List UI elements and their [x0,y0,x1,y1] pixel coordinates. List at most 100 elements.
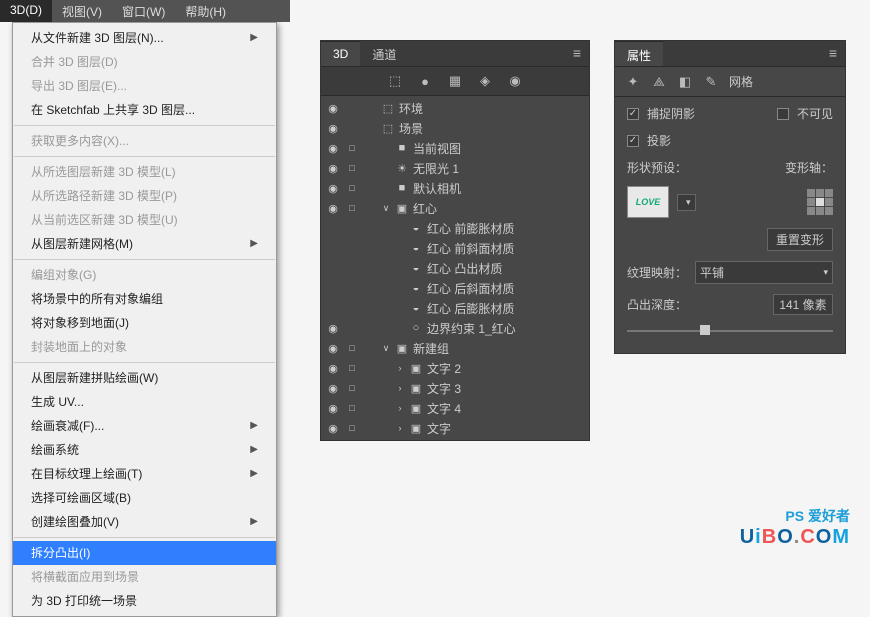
menu-item[interactable]: 生成 UV... [13,390,276,414]
panel-menu-icon[interactable]: ≡ [821,41,845,66]
texture-map-select[interactable]: 平铺 ▾ [695,261,833,284]
reset-deform-button[interactable]: 重置变形 [767,228,833,251]
select-toggle-icon[interactable]: □ [345,423,359,433]
extrude-depth-value[interactable]: 141 像素 [773,294,833,315]
visibility-toggle-icon[interactable]: ◉ [325,102,341,115]
chevron-icon[interactable]: › [395,383,405,393]
menu-item[interactable]: 在目标纹理上绘画(T)▶ [13,462,276,486]
menu-item[interactable]: 选择可绘画区域(B) [13,486,276,510]
layer-row[interactable]: ◉□›▣文字 [321,418,589,438]
layer-label: 红心 凸出材质 [427,260,585,277]
visibility-toggle-icon[interactable]: ◉ [325,322,341,335]
invisible-checkbox[interactable] [777,108,789,120]
layer-type-icon: ▣ [395,342,409,355]
layer-label: 文字 3 [427,380,585,397]
menu-item[interactable]: 从文件新建 3D 图层(N)...▶ [13,26,276,50]
select-toggle-icon[interactable]: □ [345,203,359,213]
layer-row[interactable]: ◉○边界约束 1_红心 [321,318,589,338]
layer-row[interactable]: ◉□☀无限光 1 [321,158,589,178]
filter-icon[interactable]: ⬚ [387,73,403,89]
visibility-toggle-icon[interactable]: ◉ [325,402,341,415]
cast-shadow-label: 投影 [647,132,671,149]
visibility-toggle-icon[interactable]: ◉ [325,342,341,355]
chevron-icon[interactable]: ∨ [381,343,391,354]
chevron-icon[interactable]: › [395,363,405,373]
coords-icon[interactable]: ✎ [703,74,719,90]
cap-icon[interactable]: ◧ [677,74,693,90]
select-toggle-icon[interactable]: □ [345,143,359,153]
menubar-item[interactable]: 视图(V) [52,0,112,22]
chevron-icon[interactable]: › [395,423,405,433]
menubar-item[interactable]: 窗口(W) [112,0,175,22]
menu-item[interactable]: 从图层新建拼贴绘画(W) [13,366,276,390]
menu-item[interactable]: 拆分凸出(I) [13,541,276,565]
panel-tab[interactable]: 3D [321,41,360,66]
panel-menu-icon[interactable]: ≡ [565,41,589,66]
layer-row[interactable]: ◉□■默认相机 [321,178,589,198]
deform-icon[interactable]: ⟁ [651,74,667,90]
menu-item[interactable]: 创建绘图叠加(V)▶ [13,510,276,534]
layer-label: 默认相机 [413,180,585,197]
layer-row[interactable]: ◉□∨▣红心 [321,198,589,218]
menu-item[interactable]: 绘画衰减(F)...▶ [13,414,276,438]
visibility-toggle-icon[interactable]: ◉ [325,182,341,195]
layer-row[interactable]: ◒红心 后膨胀材质 [321,298,589,318]
select-toggle-icon[interactable]: □ [345,183,359,193]
layer-row[interactable]: ◒红心 前膨胀材质 [321,218,589,238]
extrude-depth-slider[interactable] [627,325,833,337]
layer-label: 当前视图 [413,140,585,157]
menu-item[interactable]: 绘画系统▶ [13,438,276,462]
layer-row[interactable]: ◉□›▣文字 4 [321,398,589,418]
deform-axis-grid[interactable] [807,189,833,215]
menu-item[interactable]: 将对象移到地面(J) [13,311,276,335]
shape-preset-dropdown[interactable]: ▾ [677,194,696,211]
layer-row[interactable]: ◉□■当前视图 [321,138,589,158]
menu-item: 合并 3D 图层(D) [13,50,276,74]
visibility-toggle-icon[interactable]: ◉ [325,162,341,175]
layer-row[interactable]: ◒红心 后斜面材质 [321,278,589,298]
sphere-icon[interactable]: ● [417,73,433,89]
select-toggle-icon[interactable]: □ [345,383,359,393]
select-toggle-icon[interactable]: □ [345,363,359,373]
layer-row[interactable]: ◉⬚环境 [321,98,589,118]
chevron-icon[interactable]: ∨ [381,203,391,214]
visibility-toggle-icon[interactable]: ◉ [325,122,341,135]
layer-type-icon: ⬚ [381,102,395,115]
layer-row[interactable]: ◉□∨▣新建组 [321,338,589,358]
layer-row[interactable]: ◒红心 前斜面材质 [321,238,589,258]
select-toggle-icon[interactable]: □ [345,163,359,173]
tab-properties[interactable]: 属性 [615,41,663,66]
menu-item: 封装地面上的对象 [13,335,276,359]
capture-shadow-checkbox[interactable] [627,108,639,120]
select-toggle-icon[interactable]: □ [345,343,359,353]
light-icon[interactable]: ◉ [507,73,523,89]
visibility-toggle-icon[interactable]: ◉ [325,142,341,155]
visibility-toggle-icon[interactable]: ◉ [325,362,341,375]
panel-tab[interactable]: 通道 [360,41,408,66]
layer-row[interactable]: ◉□›▣文字 3 [321,378,589,398]
layer-label: 红心 后斜面材质 [427,280,585,297]
menubar-item[interactable]: 帮助(H) [175,0,236,22]
cast-shadow-checkbox[interactable] [627,135,639,147]
extrude-depth-label: 凸出深度： [627,296,687,313]
menu-item[interactable]: 从图层新建网格(M)▶ [13,232,276,256]
visibility-toggle-icon[interactable]: ◉ [325,422,341,435]
visibility-toggle-icon[interactable]: ◉ [325,202,341,215]
layer-row[interactable]: ◒红心 凸出材质 [321,258,589,278]
grid-icon[interactable]: ▦ [447,73,463,89]
shape-preset-thumb[interactable]: LOVE [627,186,669,218]
menu-item[interactable]: 将场景中的所有对象编组 [13,287,276,311]
mesh-mode-icon[interactable]: ✦ [625,74,641,90]
menu-item[interactable]: 为 3D 打印统一场景 [13,589,276,613]
layer-row[interactable]: ◉□›▣文字 2 [321,358,589,378]
menu-item: 将横截面应用到场景 [13,565,276,589]
chevron-icon[interactable]: › [395,403,405,413]
visibility-toggle-icon[interactable]: ◉ [325,382,341,395]
layer-label: 红心 [413,200,585,217]
layer-type-icon: ◒ [409,302,423,314]
select-toggle-icon[interactable]: □ [345,403,359,413]
menu-item[interactable]: 在 Sketchfab 上共享 3D 图层... [13,98,276,122]
mesh-icon[interactable]: ◈ [477,73,493,89]
layer-row[interactable]: ◉⬚场景 [321,118,589,138]
menubar-item[interactable]: 3D(D) [0,0,52,22]
